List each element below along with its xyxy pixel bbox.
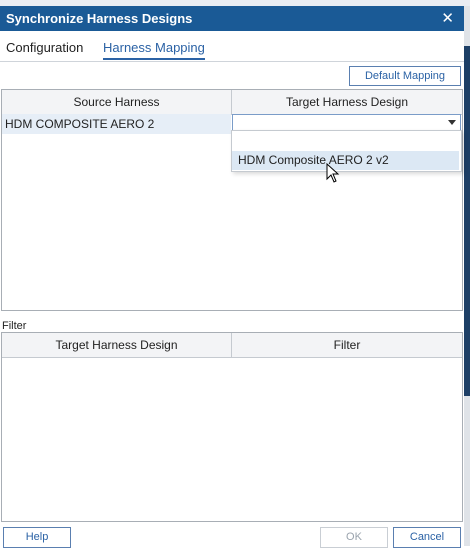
mouse-cursor-icon xyxy=(326,163,340,183)
mapping-grid: Source Harness Target Harness Design HDM… xyxy=(1,89,463,311)
cancel-button[interactable]: Cancel xyxy=(393,527,461,548)
help-button[interactable]: Help xyxy=(3,527,71,548)
tab-configuration[interactable]: Configuration xyxy=(6,40,83,55)
column-header-filter-target-harness-design[interactable]: Target Harness Design xyxy=(2,333,232,358)
column-header-source-harness[interactable]: Source Harness xyxy=(2,90,232,115)
ok-button[interactable]: OK xyxy=(320,527,388,548)
background-window-edge xyxy=(464,6,470,546)
source-harness-cell[interactable]: HDM COMPOSITE AERO 2 xyxy=(2,114,231,134)
tab-bar: Configuration Harness Mapping xyxy=(0,38,464,62)
column-header-filter[interactable]: Filter xyxy=(232,333,462,358)
target-harness-dropdown-list: HDM Composite AERO 2 v2 xyxy=(231,130,462,172)
dropdown-option-hdm-composite-aero-2-v2[interactable]: HDM Composite AERO 2 v2 xyxy=(232,151,459,170)
filter-label: Filter xyxy=(2,320,27,332)
close-icon[interactable]: ✕ xyxy=(441,9,454,27)
dropdown-option-blank[interactable] xyxy=(232,131,461,149)
window-title: Synchronize Harness Designs xyxy=(6,11,193,26)
chevron-down-icon[interactable] xyxy=(448,120,456,125)
tab-harness-mapping[interactable]: Harness Mapping xyxy=(103,40,205,60)
filter-grid: Target Harness Design Filter xyxy=(1,332,463,522)
tab-divider xyxy=(0,61,464,62)
column-header-target-harness-design[interactable]: Target Harness Design xyxy=(232,90,462,115)
title-bar: Synchronize Harness Designs ✕ xyxy=(0,6,464,31)
default-mapping-button[interactable]: Default Mapping xyxy=(349,66,461,86)
